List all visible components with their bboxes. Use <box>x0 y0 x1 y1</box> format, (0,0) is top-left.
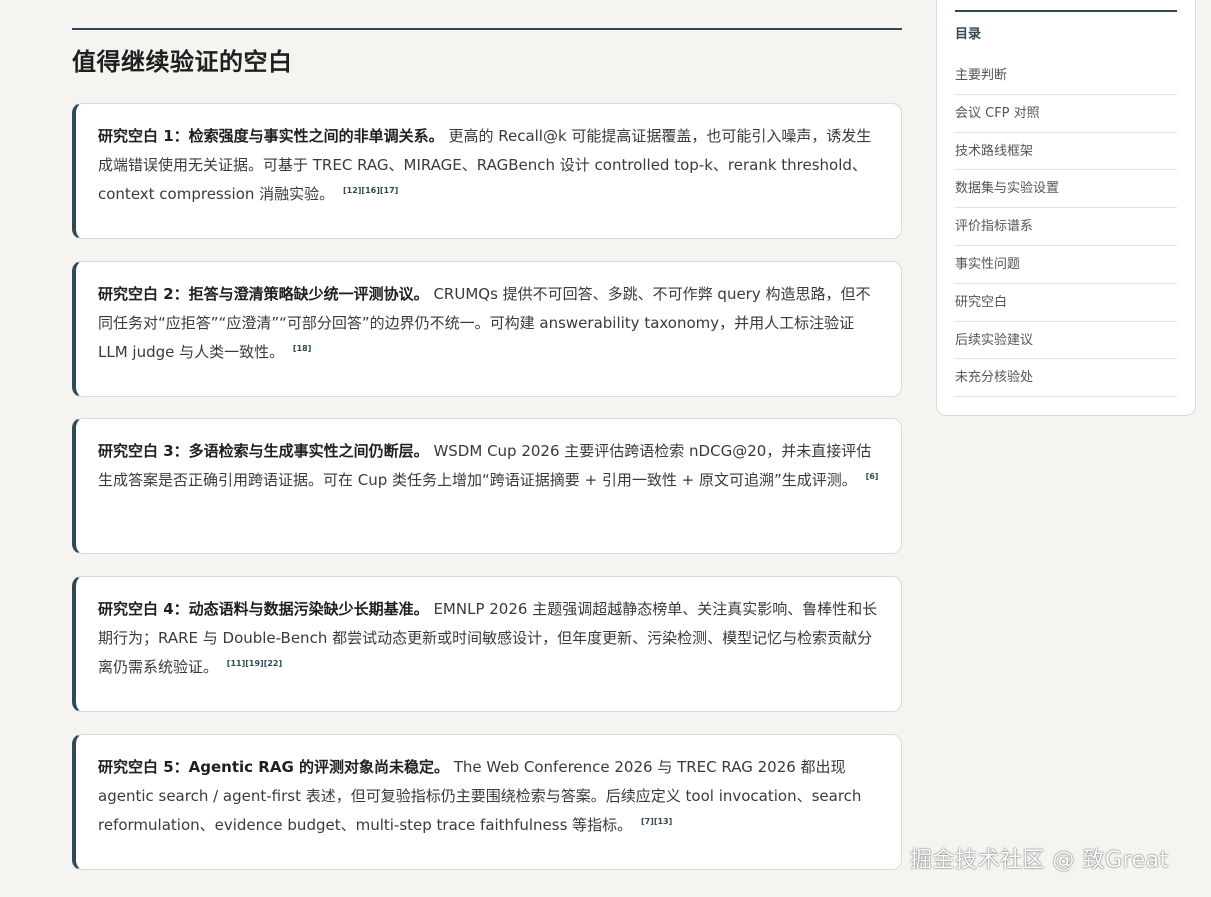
research-gap-card: 研究空白 2：拒答与澄清策略缺少统一评测协议。 CRUMQs 提供不可回答、多跳… <box>72 261 902 397</box>
research-gap-card: 研究空白 3：多语检索与生成事实性之间仍断层。 WSDM Cup 2026 主要… <box>72 418 902 554</box>
card-lead: 研究空白 2：拒答与澄清策略缺少统一评测协议。 <box>98 285 429 303</box>
toc-item-cfp-comparison[interactable]: 会议 CFP 对照 <box>955 95 1177 133</box>
card-lead: 研究空白 5：Agentic RAG 的评测对象尚未稳定。 <box>98 758 449 776</box>
watermark: 掘金技术社区 @ 致Great <box>910 848 1169 873</box>
toc-item-datasets[interactable]: 数据集与实验设置 <box>955 170 1177 209</box>
section-title: 值得继续验证的空白 <box>72 48 293 76</box>
card-lead: 研究空白 4：动态语料与数据污染缺少长期基准。 <box>98 600 429 618</box>
citation-refs[interactable]: [7][13] <box>641 817 672 826</box>
toc-item-experiment-suggestions[interactable]: 后续实验建议 <box>955 322 1177 360</box>
section-divider <box>72 28 902 30</box>
toc-divider <box>955 10 1177 12</box>
research-gap-card: 研究空白 4：动态语料与数据污染缺少长期基准。 EMNLP 2026 主题强调超… <box>72 576 902 712</box>
toc-list: 主要判断 会议 CFP 对照 技术路线框架 数据集与实验设置 评价指标谱系 事实… <box>955 57 1177 398</box>
table-of-contents: 目录 主要判断 会议 CFP 对照 技术路线框架 数据集与实验设置 评价指标谱系… <box>936 0 1196 416</box>
toc-item-research-gaps[interactable]: 研究空白 <box>955 284 1177 322</box>
toc-item-metrics[interactable]: 评价指标谱系 <box>955 208 1177 246</box>
toc-item-unverified[interactable]: 未充分核验处 <box>955 359 1177 398</box>
card-lead: 研究空白 1：检索强度与事实性之间的非单调关系。 <box>98 127 444 145</box>
research-gap-card: 研究空白 1：检索强度与事实性之间的非单调关系。 更高的 Recall@k 可能… <box>72 103 902 239</box>
research-gap-card: 研究空白 5：Agentic RAG 的评测对象尚未稳定。 The Web Co… <box>72 734 902 870</box>
citation-refs[interactable]: [18] <box>293 344 311 353</box>
toc-item-tech-framework[interactable]: 技术路线框架 <box>955 133 1177 171</box>
toc-item-main-judgment[interactable]: 主要判断 <box>955 57 1177 95</box>
citation-refs[interactable]: [11][19][22] <box>227 659 282 668</box>
citation-refs[interactable]: [12][16][17] <box>343 186 398 195</box>
card-lead: 研究空白 3：多语检索与生成事实性之间仍断层。 <box>98 442 429 460</box>
citation-refs[interactable]: [6] <box>866 472 879 481</box>
toc-title: 目录 <box>955 27 982 42</box>
toc-item-factuality[interactable]: 事实性问题 <box>955 246 1177 284</box>
